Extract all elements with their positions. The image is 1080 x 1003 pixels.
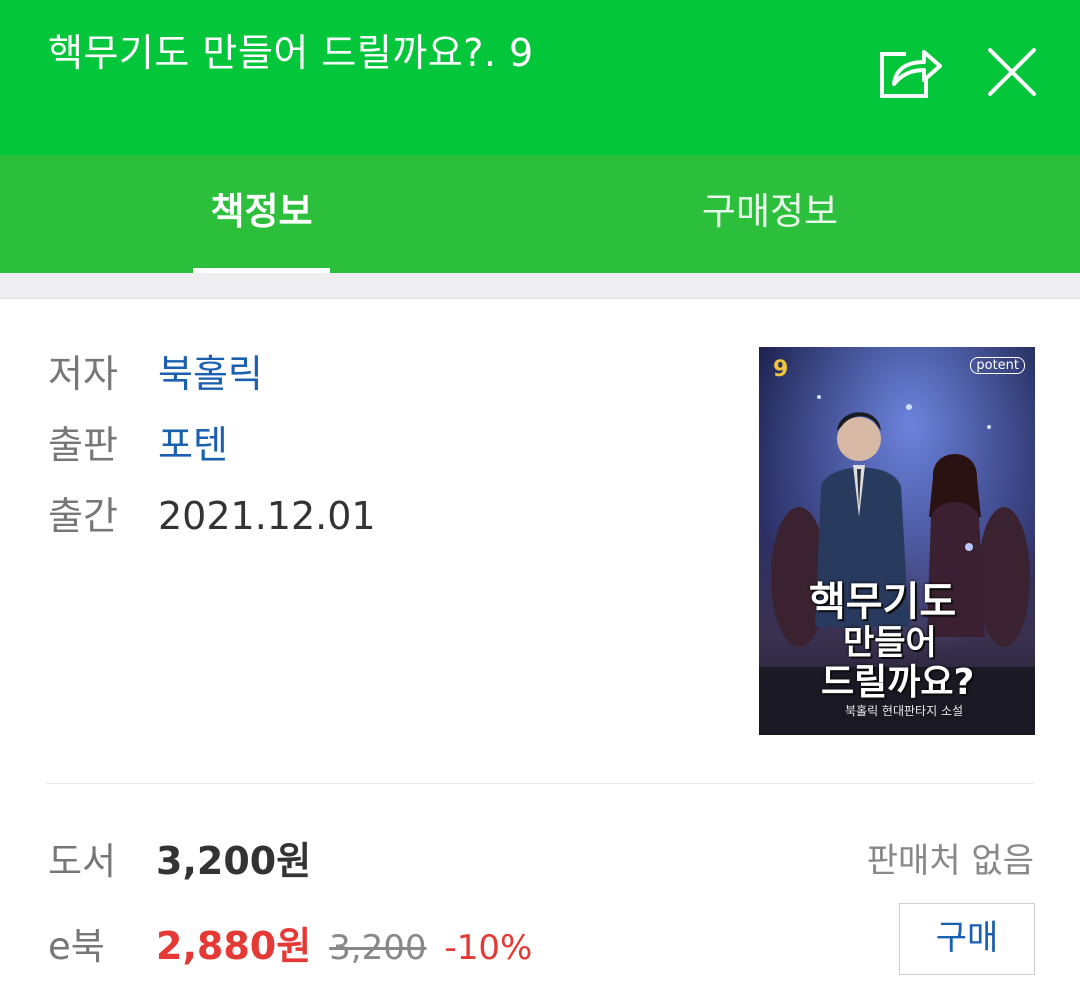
author-link[interactable]: 북홀릭 [158, 343, 263, 398]
print-book-label: 도서 [48, 840, 117, 883]
tab-bar: 책정보 구매정보 [0, 155, 1080, 273]
share-button[interactable] [876, 40, 944, 100]
publish-date-row: 출간 2021.12.01 [48, 485, 376, 538]
no-seller-text: 판매처 없음 [866, 841, 1034, 881]
tab-book-info-label: 책정보 [210, 190, 313, 233]
close-button[interactable] [982, 42, 1042, 102]
cover-volume-number: 9 [773, 357, 789, 382]
tab-book-info[interactable]: 책정보 [193, 155, 330, 273]
tab-purchase-info-label: 구매정보 [701, 190, 839, 233]
ebook-discount: -10% [444, 928, 533, 968]
publisher-label: 출판 [48, 423, 118, 467]
section-separator [0, 273, 1080, 299]
close-icon [988, 48, 1036, 96]
publish-date-value: 2021.12.01 [158, 494, 376, 538]
share-icon [880, 50, 942, 98]
book-cover[interactable]: 9 potent 핵무기도 만들어 드릴까요? 북홀릭 현대판타지 소설 [759, 347, 1035, 735]
publisher-row: 출판 포텐 [48, 414, 228, 467]
author-row: 저자 북홀릭 [48, 343, 263, 396]
ebook-label: e북 [48, 925, 105, 968]
ebook-sale-price: 2,880원 [156, 924, 312, 968]
print-book-price: 3,200원 [156, 839, 312, 883]
publish-date-label: 출간 [48, 494, 118, 538]
app-header: 핵무기도 만들어 드릴까요?. 9 [0, 0, 1080, 155]
divider [46, 783, 1034, 784]
author-label: 저자 [48, 352, 118, 396]
ebook-price-row: e북 2,880원 3,200 -10% [48, 915, 533, 968]
cover-title-line-3: 드릴까요? [821, 662, 975, 703]
cover-publisher-logo: potent [970, 357, 1025, 374]
cover-author-line: 북홀릭 현대판타지 소설 [845, 704, 964, 718]
page-title: 핵무기도 만들어 드릴까요?. 9 [48, 31, 534, 75]
ebook-original-price: 3,200 [329, 928, 427, 968]
print-book-price-row: 도서 3,200원 [48, 830, 312, 883]
buy-button[interactable]: 구매 [899, 903, 1035, 975]
publisher-link[interactable]: 포텐 [158, 414, 228, 469]
tab-purchase-info[interactable]: 구매정보 [660, 155, 880, 273]
